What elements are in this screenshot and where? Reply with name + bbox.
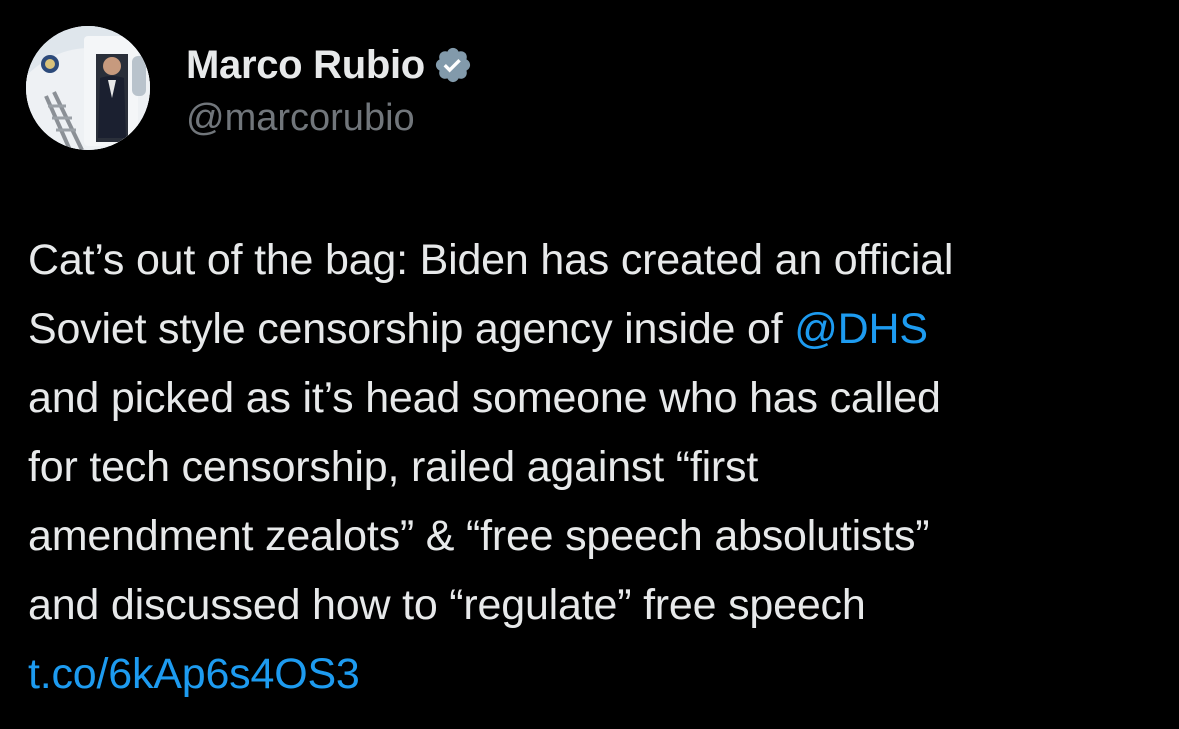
tweet-text-line: and picked as it’s head someone who has … [28, 364, 1158, 433]
tweet-text-segment: and picked as it’s head someone who has … [28, 374, 941, 422]
tweet-text: Cat’s out of the bag: Biden has created … [28, 226, 1158, 709]
tweet-text-line: Soviet style censorship agency inside of… [28, 295, 1158, 364]
author-display-name[interactable]: Marco Rubio [186, 45, 425, 85]
author-handle[interactable]: @marcorubio [186, 99, 473, 137]
avatar-photo [26, 26, 150, 150]
tweet-header: Marco Rubio @marcorubio [26, 26, 473, 150]
tweet-text-segment: Cat’s out of the bag: Biden has created … [28, 236, 954, 284]
tweet-text-segment: for tech censorship, railed against “fir… [28, 443, 759, 491]
tweet: Marco Rubio @marcorubio Cat’s out of the… [0, 0, 1179, 729]
url-link[interactable]: t.co/6kAp6s4OS3 [28, 650, 360, 698]
tweet-text-segment: Soviet style censorship agency inside of [28, 305, 795, 353]
verified-badge-icon[interactable] [433, 45, 473, 85]
author-identity: Marco Rubio @marcorubio [186, 39, 473, 137]
avatar[interactable] [26, 26, 150, 150]
mention-link[interactable]: @DHS [794, 305, 928, 353]
tweet-text-line: Cat’s out of the bag: Biden has created … [28, 226, 1158, 295]
tweet-text-line: for tech censorship, railed against “fir… [28, 433, 1158, 502]
tweet-text-line: amendment zealots” & “free speech absolu… [28, 502, 1158, 571]
name-row: Marco Rubio [186, 39, 473, 91]
tweet-text-segment: and discussed how to “regulate” free spe… [28, 581, 866, 629]
tweet-text-segment: amendment zealots” & “free speech absolu… [28, 512, 930, 560]
tweet-text-line: and discussed how to “regulate” free spe… [28, 571, 1158, 640]
tweet-text-line: t.co/6kAp6s4OS3 [28, 640, 1158, 709]
